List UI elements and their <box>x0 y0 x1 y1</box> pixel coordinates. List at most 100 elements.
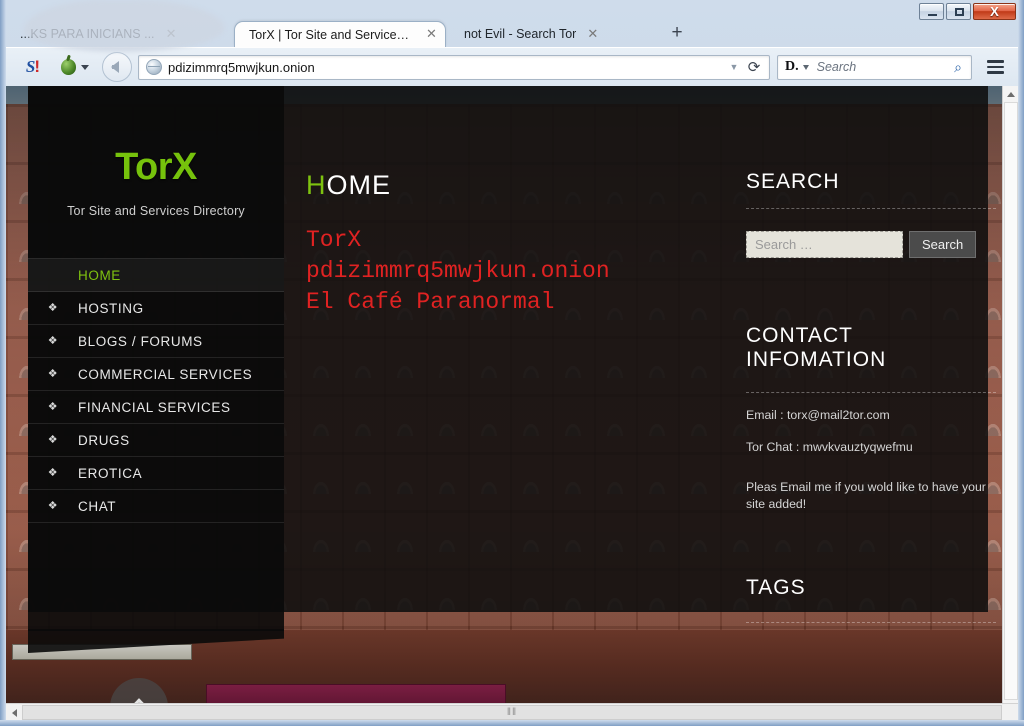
address-dropdown-icon[interactable]: ▼ <box>725 62 743 72</box>
diamond-bullet-icon: ❖ <box>47 400 59 413</box>
search-magnifier-icon[interactable]: ⌕ <box>949 59 967 76</box>
diamond-bullet-icon: ❖ <box>47 466 59 479</box>
horizontal-scrollbar[interactable]: ‖‖ <box>6 703 1018 720</box>
window-frame-bottom <box>0 720 1024 726</box>
hamburger-bar-1 <box>986 60 1004 63</box>
tab-torx-close-icon[interactable]: ✕ <box>424 27 439 42</box>
sidebar-item-home[interactable]: HOME <box>28 259 284 292</box>
back-arrow-icon <box>111 61 119 73</box>
widget-tags: TAGS <box>746 576 996 624</box>
close-button[interactable]: X <box>973 3 1016 20</box>
sidebar-item-erotica[interactable]: ❖ EROTICA <box>28 457 284 490</box>
search-engine-chevron-down-icon[interactable] <box>802 64 809 70</box>
sidebar-item-hosting[interactable]: ❖ HOSTING <box>28 292 284 325</box>
site-search-form: Search <box>746 231 996 258</box>
diamond-bullet-icon: ❖ <box>47 367 59 380</box>
sidebar-item-chat-label: CHAT <box>78 498 117 514</box>
diamond-bullet-icon: ❖ <box>47 433 59 446</box>
divider <box>746 392 996 393</box>
site-brand: TorX Tor Site and Services Directory <box>28 86 284 218</box>
sidebar-item-drugs-label: DRUGS <box>78 432 130 448</box>
scroll-left-arrow[interactable] <box>6 704 22 721</box>
sidebar-item-drugs[interactable]: ❖ DRUGS <box>28 424 284 457</box>
address-bar-value: pdizimmrq5mwjkun.onion <box>168 59 315 75</box>
page-title-first-letter: H <box>306 170 327 200</box>
sidebar-menu: HOME ❖ HOSTING ❖ BLOGS / FORUMS ❖ COMMER… <box>28 258 284 523</box>
main-content: HOME TorX pdizimmrq5mwjkun.onion El Café… <box>306 86 736 317</box>
widget-search: SEARCH Search <box>746 170 996 258</box>
duckduckgo-icon[interactable]: D. <box>785 59 799 75</box>
tab-not-evil[interactable]: not Evil - Search Tor ✕ <box>450 21 656 47</box>
right-sidebar: SEARCH Search CONTACT INFOMATION Email :… <box>746 86 996 624</box>
back-button[interactable] <box>102 52 132 82</box>
sidebar-item-blogs-forums[interactable]: ❖ BLOGS / FORUMS <box>28 325 284 358</box>
horizontal-scrollbar-thumb[interactable]: ‖‖ <box>22 705 1002 720</box>
maximize-icon <box>955 8 964 16</box>
site-search-button[interactable]: Search <box>909 231 977 258</box>
hamburger-bar-3 <box>986 71 1004 74</box>
close-icon: X <box>990 4 999 19</box>
site-logo-text[interactable]: TorX <box>28 148 284 186</box>
sidebar-item-erotica-label: EROTICA <box>78 465 143 481</box>
sidebar-item-financial-services[interactable]: ❖ FINANCIAL SERVICES <box>28 391 284 424</box>
widget-contact-title: CONTACT INFOMATION <box>746 324 887 371</box>
tab-0-close-icon[interactable]: ✕ <box>164 26 179 42</box>
tab-0-title: ...KS PARA INICIANS ... <box>20 27 155 41</box>
scriptsafe-bang: ! <box>34 57 41 76</box>
sidebar-item-chat[interactable]: ❖ CHAT <box>28 490 284 523</box>
sidebar-item-commercial-services-label: COMMERCIAL SERVICES <box>78 366 253 382</box>
reload-icon[interactable]: ⟳ <box>743 58 765 76</box>
diamond-bullet-icon: ❖ <box>47 301 59 314</box>
widget-tags-title: TAGS <box>746 576 806 600</box>
title-bar: X <box>0 0 1024 20</box>
tab-torx[interactable]: TorX | Tor Site and Services Dir... ✕ <box>234 21 446 47</box>
scriptsafe-icon[interactable]: S! <box>18 55 48 79</box>
page-title: HOME <box>306 170 736 201</box>
triangle-left-icon <box>12 708 17 717</box>
widget-contact: CONTACT INFOMATION Email : torx@mail2tor… <box>746 324 996 514</box>
scrollbar-grip-icon: ‖‖ <box>506 707 518 718</box>
browser-search-bar[interactable]: D. Search ⌕ <box>777 54 972 80</box>
site-search-input[interactable] <box>746 231 903 258</box>
hamburger-bar-2 <box>986 65 1004 69</box>
sidebar-item-hosting-label: HOSTING <box>78 300 144 316</box>
sidebar-item-blogs-forums-label: BLOGS / FORUMS <box>78 333 203 349</box>
scriptsafe-letter: S <box>25 57 36 76</box>
browser-window: X ...KS PARA INICIANS ... ✕ TorX | Tor S… <box>0 0 1024 726</box>
widget-search-title: SEARCH <box>746 170 840 193</box>
window-frame-left <box>0 0 6 726</box>
vertical-scrollbar-thumb[interactable] <box>1004 102 1018 700</box>
scroll-up-arrow[interactable] <box>1003 86 1018 102</box>
sidebar-item-commercial-services[interactable]: ❖ COMMERCIAL SERVICES <box>28 358 284 391</box>
site-sidebar: TorX Tor Site and Services Directory HOM… <box>28 86 284 631</box>
menu-hamburger-icon[interactable] <box>978 60 1012 74</box>
torbutton-onion-icon[interactable] <box>58 54 92 80</box>
tab-torx-title: TorX | Tor Site and Services Dir... <box>249 27 415 42</box>
post-body-text: TorX pdizimmrq5mwjkun.onion El Café Para… <box>306 227 610 315</box>
sidebar-item-home-label: HOME <box>78 267 121 283</box>
onion-glyph <box>61 59 76 75</box>
tab-not-evil-title: not Evil - Search Tor <box>464 27 577 41</box>
diamond-bullet-icon: ❖ <box>47 499 59 512</box>
navigation-toolbar: S! pdizimmrq5mwjkun.onion ▼ ⟳ D. Search … <box>6 47 1018 86</box>
contact-tor-chat: Tor Chat : mwvkvauztyqwefmu <box>746 439 913 454</box>
minimize-button[interactable] <box>919 3 944 20</box>
tab-strip: ...KS PARA INICIANS ... ✕ TorX | Tor Sit… <box>6 0 1018 52</box>
tab-not-evil-close-icon[interactable]: ✕ <box>585 26 600 42</box>
page-favicon-globe-icon <box>146 59 162 75</box>
tab-0[interactable]: ...KS PARA INICIANS ... ✕ <box>6 21 228 47</box>
contact-email: Email : torx@mail2tor.com <box>746 408 890 422</box>
page-viewport: TorX Tor Site and Services Directory HOM… <box>6 86 1018 720</box>
page-title-rest: OME <box>326 170 392 200</box>
divider <box>746 208 996 209</box>
browser-search-placeholder: Search <box>816 60 857 74</box>
vertical-scrollbar[interactable] <box>1002 86 1018 720</box>
maximize-button[interactable] <box>946 3 971 20</box>
contact-note: Pleas Email me if you wold like to have … <box>746 479 986 512</box>
sidebar-item-financial-services-label: FINANCIAL SERVICES <box>78 399 231 415</box>
address-bar[interactable]: pdizimmrq5mwjkun.onion ▼ ⟳ <box>138 54 770 80</box>
site-tagline: Tor Site and Services Directory <box>67 204 245 218</box>
diamond-bullet-icon: ❖ <box>47 334 59 347</box>
window-frame-right <box>1018 0 1024 726</box>
new-tab-button[interactable]: + <box>666 23 688 44</box>
